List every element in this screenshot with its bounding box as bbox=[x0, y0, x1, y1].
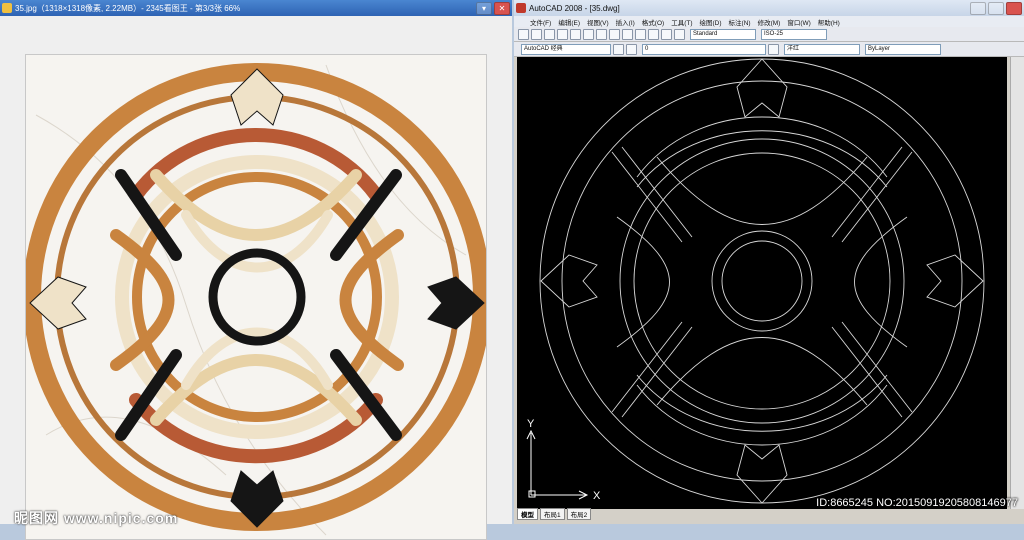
open-file-icon[interactable] bbox=[531, 28, 542, 40]
pan-icon[interactable] bbox=[635, 28, 646, 40]
menu-draw[interactable]: 绘图(D) bbox=[700, 17, 722, 27]
ucs-y-label: Y bbox=[527, 418, 535, 430]
viewer-titlebar: 35.jpg（1318×1318像素, 2.22MB）- 2345看图王 - 第… bbox=[0, 0, 512, 16]
cad-title: AutoCAD 2008 - [35.dwg] bbox=[529, 3, 620, 13]
layer-select[interactable]: 0 bbox=[642, 43, 766, 55]
floor-medallion-image[interactable] bbox=[25, 54, 487, 540]
redo-icon[interactable] bbox=[622, 28, 633, 40]
cad-maximize-icon[interactable] bbox=[988, 1, 1004, 15]
image-id-text: ID:8665245 NO:20150919205808146977 bbox=[816, 497, 1018, 509]
vertical-scrollbar[interactable] bbox=[1010, 57, 1024, 509]
dim-style-select[interactable]: ISO-25 bbox=[761, 28, 827, 40]
tab-layout2[interactable]: 布局2 bbox=[566, 508, 592, 520]
menu-dimension[interactable]: 标注(N) bbox=[729, 17, 751, 27]
zoom-icon[interactable] bbox=[648, 28, 659, 40]
menu-insert[interactable]: 插入(I) bbox=[616, 17, 635, 27]
cut-icon[interactable] bbox=[570, 28, 581, 40]
model-space-canvas[interactable]: Y X bbox=[517, 57, 1007, 509]
app-icon bbox=[2, 3, 12, 13]
layout-tabs: 模型 布局1 布局2 bbox=[517, 508, 592, 520]
menu-help[interactable]: 帮助(H) bbox=[818, 17, 840, 27]
paste-icon[interactable] bbox=[596, 28, 607, 40]
undo-icon[interactable] bbox=[609, 28, 620, 40]
cad-drawing: Y X bbox=[526, 58, 985, 504]
cad-menubar: 文件(F) 编辑(E) 视图(V) 插入(I) 格式(O) 工具(T) 绘图(D… bbox=[514, 16, 1024, 27]
watermark-text: 昵图网 www.nipic.com bbox=[14, 510, 179, 526]
workspace-select[interactable]: AutoCAD 经典 bbox=[521, 43, 611, 55]
ucs-x-label: X bbox=[593, 490, 601, 502]
menu-format[interactable]: 格式(O) bbox=[642, 17, 664, 27]
properties-icon[interactable] bbox=[661, 28, 672, 40]
cad-titlebar: AutoCAD 2008 - [35.dwg] bbox=[514, 0, 1024, 16]
standard-toolbar: Standard ISO-25 bbox=[514, 27, 1024, 42]
tab-layout1[interactable]: 布局1 bbox=[540, 508, 565, 520]
save-icon[interactable] bbox=[544, 28, 555, 40]
layer-manager-icon[interactable] bbox=[613, 43, 624, 55]
close-button[interactable]: ✕ bbox=[494, 1, 510, 15]
new-file-icon[interactable] bbox=[518, 28, 529, 40]
menu-modify[interactable]: 修改(M) bbox=[758, 17, 781, 27]
autocad-window: AutoCAD 2008 - [35.dwg] 文件(F) 编辑(E) 视图(V… bbox=[514, 0, 1024, 524]
color-select[interactable]: 洋红 bbox=[784, 43, 860, 55]
menu-tools[interactable]: 工具(T) bbox=[671, 17, 692, 27]
viewer-canvas: 昵图网 www.nipic.com bbox=[0, 16, 512, 540]
cad-minimize-icon[interactable] bbox=[970, 1, 986, 15]
copy-icon[interactable] bbox=[583, 28, 594, 40]
bulb-icon[interactable] bbox=[626, 43, 637, 55]
image-viewer-window: 35.jpg（1318×1318像素, 2.22MB）- 2345看图王 - 第… bbox=[0, 0, 512, 540]
ucs-icon bbox=[526, 429, 589, 500]
menu-file[interactable]: 文件(F) bbox=[530, 17, 551, 27]
autocad-logo-icon bbox=[516, 3, 526, 13]
menu-window[interactable]: 窗口(W) bbox=[787, 17, 810, 27]
viewer-title: 35.jpg（1318×1318像素, 2.22MB）- 2345看图王 - 第… bbox=[15, 3, 241, 13]
linetype-select[interactable]: ByLayer bbox=[865, 43, 941, 55]
text-style-select[interactable]: Standard bbox=[690, 28, 756, 40]
menu-edit[interactable]: 编辑(E) bbox=[558, 17, 580, 27]
cad-close-icon[interactable] bbox=[1006, 1, 1022, 15]
layers-toolbar: AutoCAD 经典 0 洋红 ByLayer bbox=[514, 42, 1024, 57]
menu-view[interactable]: 视图(V) bbox=[587, 17, 609, 27]
layer-state-icon[interactable] bbox=[768, 43, 779, 55]
tab-model[interactable]: 模型 bbox=[517, 508, 538, 520]
medallion-graphic bbox=[26, 63, 486, 536]
minimize-button[interactable]: ▾ bbox=[476, 1, 492, 15]
print-icon[interactable] bbox=[557, 28, 568, 40]
help-icon[interactable] bbox=[674, 28, 685, 40]
